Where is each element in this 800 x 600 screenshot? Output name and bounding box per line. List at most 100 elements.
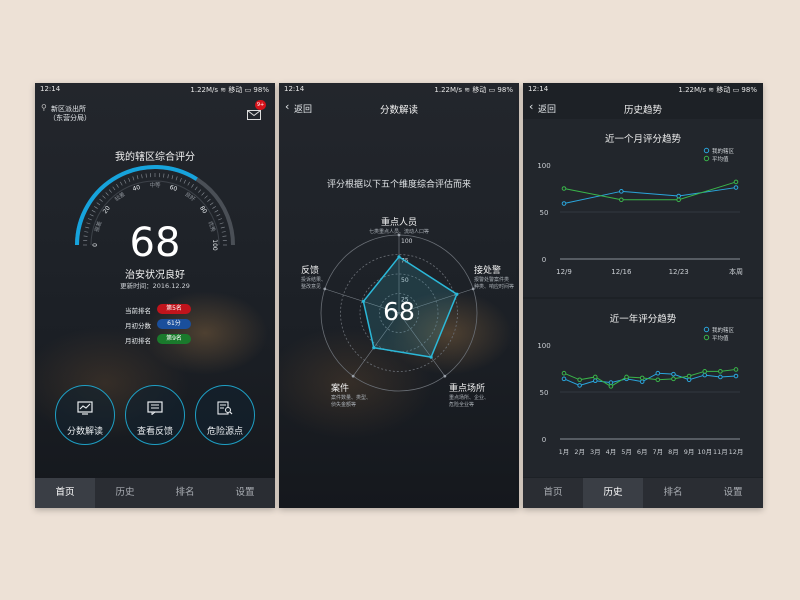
gauge-tick — [105, 192, 109, 196]
radar-score-point — [429, 355, 433, 359]
tab-history[interactable]: 历史 — [583, 478, 643, 508]
nav-bar: ‹ 返回 历史趋势 — [523, 97, 763, 119]
x-tick-label: 10月 — [697, 448, 712, 456]
status-bar: 12:14 1.22M/s ≋ 移动 ▭ 98% — [523, 83, 763, 97]
year-line-chart: 100 50 0 1月 2月 3月 4月 5月 6月 7月 8月 9月 10月 11月 12月 — [537, 342, 743, 456]
gauge-tick — [141, 174, 143, 179]
gauge-tick — [194, 186, 198, 191]
page-title: 历史趋势 — [623, 105, 663, 116]
gauge-tick — [120, 181, 123, 186]
gauge-tick — [204, 195, 208, 199]
series-point — [655, 370, 661, 376]
gauge-tick — [175, 176, 178, 181]
view-feedback-button[interactable]: 查看反馈 — [125, 385, 185, 445]
x-tick-label: 1月 — [559, 448, 570, 456]
score-interpretation-button[interactable]: 分数解读 — [55, 385, 115, 445]
gauge-tick — [212, 206, 216, 209]
button-label: 危险源点 — [206, 427, 243, 437]
gauge-tick — [145, 173, 147, 178]
dim-cases-desc1: 案件数量、类型、 — [331, 395, 372, 401]
gauge-tick — [167, 174, 169, 179]
series-point — [608, 380, 614, 385]
gauge-tick — [136, 175, 139, 180]
gauge-word-label: 中等 — [149, 181, 161, 189]
gauge-tick — [218, 218, 223, 221]
gauge-tick — [198, 189, 202, 193]
series-point — [619, 197, 624, 203]
radar-score-point — [372, 346, 376, 350]
x-tick-label: 4月 — [606, 448, 617, 456]
radar-axis-dot — [323, 287, 327, 291]
series-point — [561, 376, 567, 382]
series-point — [577, 383, 582, 388]
series-point — [655, 377, 661, 383]
dim-key-persons-desc: 七类重点人员、流动人口等 — [368, 229, 430, 235]
dim-police-response-name: 接处警 — [474, 266, 502, 276]
radar-score-point — [361, 299, 365, 304]
gauge-tick — [222, 235, 227, 237]
series-point — [671, 376, 676, 382]
series-point — [702, 369, 708, 374]
month-start-score-badge: 61分 — [157, 319, 191, 329]
x-tick-label: 12/9 — [556, 268, 572, 276]
gauge-tick — [183, 179, 186, 184]
series-point — [639, 375, 645, 381]
gauge-tick — [201, 192, 205, 196]
gauge-tick — [216, 214, 221, 217]
x-tick-label: 12/23 — [669, 268, 689, 276]
tab-ranking[interactable]: 排名 — [643, 478, 703, 508]
series-line — [563, 181, 737, 201]
gauge-tick — [207, 198, 211, 202]
x-tick-label: 11月 — [713, 448, 728, 456]
gauge-tick — [214, 210, 219, 213]
score-detail-screen: 12:14 1.22M/s ≋ 移动 ▭ 98% ‹ 返回 分数解读 评分根据以… — [279, 83, 519, 508]
dim-police-response-desc1: 报警处警案件类 — [474, 277, 510, 283]
y-tick-label: 0 — [542, 436, 546, 444]
tab-bar: 首页 历史 排名 设置 — [523, 478, 763, 508]
gauge-tick — [83, 235, 88, 237]
radar-score-point — [397, 255, 401, 259]
status-time: 12:14 — [528, 85, 549, 93]
danger-sources-button[interactable]: 危险源点 — [195, 385, 255, 445]
gauge-tick — [84, 231, 89, 233]
gauge-tick — [191, 184, 194, 188]
y-tick-label: 50 — [540, 389, 549, 397]
tab-home[interactable]: 首页 — [523, 478, 583, 508]
gauge-tick — [96, 202, 101, 206]
back-label: 返回 — [538, 105, 557, 115]
month-start-rank-label: 月初排名 — [125, 337, 151, 345]
gauge-tick — [179, 177, 182, 182]
gauge-tick — [220, 226, 225, 229]
series-point — [671, 371, 676, 377]
month-trend-panel: 近一个月评分趋势 我的辖区 平均值 100 50 0 12/9 12/16 12/23 本周 — [523, 119, 763, 297]
gauge-number-label: 40 — [132, 184, 142, 193]
tab-bar: 首页 历史 排名 设置 — [35, 478, 275, 508]
tab-history[interactable]: 历史 — [95, 478, 155, 508]
dim-key-persons-name: 重点人员 — [380, 218, 418, 228]
series-point — [608, 384, 614, 389]
current-rank-badge: 第5名 — [157, 304, 191, 314]
x-tick-label: 12/16 — [611, 268, 632, 276]
tab-home[interactable]: 首页 — [35, 478, 95, 508]
tab-ranking[interactable]: 排名 — [155, 478, 215, 508]
gauge-tick — [89, 214, 94, 217]
gauge-tick — [171, 175, 174, 180]
x-tick-label: 7月 — [652, 448, 663, 456]
gauge-tick — [187, 181, 190, 186]
series-point — [639, 379, 645, 384]
button-label: 分数解读 — [66, 427, 103, 437]
dim-cases-name: 案件 — [331, 384, 350, 394]
dim-feedback-desc2: 整改意见 — [301, 284, 322, 290]
gauge-tick — [124, 179, 127, 184]
series-point — [718, 374, 723, 380]
history-trend-screen: 12:14 1.22M/s ≋ 移动 ▭ 98% ‹ 返回 历史趋势 近一个月评… — [523, 83, 763, 508]
y-tick-label: 100 — [537, 162, 550, 170]
status-info: 1.22M/s ≋ 移动 ▭ 98% — [678, 86, 757, 94]
tab-settings[interactable]: 设置 — [703, 478, 763, 508]
monitor-chart-icon — [77, 401, 93, 415]
tab-settings[interactable]: 设置 — [215, 478, 275, 508]
update-time: 更新时间：2016.12.29 — [120, 282, 190, 290]
gauge-tick — [99, 198, 103, 202]
y-tick-label: 0 — [542, 256, 546, 264]
radar-axis-dot — [443, 374, 447, 378]
